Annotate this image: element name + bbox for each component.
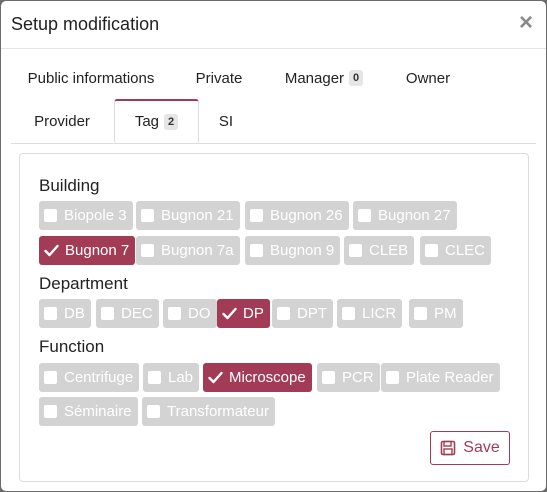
group-label-department: Department: [39, 274, 128, 293]
tag-dec[interactable]: DEC: [96, 299, 159, 328]
tab-label: Public informations: [27, 69, 155, 87]
tag-dpt[interactable]: DPT: [272, 299, 333, 328]
tag-label: DB: [64, 305, 85, 322]
checkbox-icon: [386, 371, 399, 384]
tag-label: CLEC: [445, 242, 486, 259]
checkbox-icon: [425, 244, 438, 257]
tag-panel: Building Biopole 3 Bugnon 21 Bugnon 26 B…: [19, 153, 529, 482]
tag-bugnon-7a[interactable]: Bugnon 7a: [136, 236, 240, 265]
checkbox-icon: [277, 307, 290, 320]
checkbox-icon: [148, 371, 161, 384]
tag-label: PM: [434, 305, 457, 322]
tag-licr[interactable]: LICR: [337, 299, 403, 328]
close-icon: ×: [518, 9, 533, 36]
check-icon: [44, 244, 59, 257]
tag-do[interactable]: DO: [163, 299, 217, 328]
tag-label: PCR: [342, 369, 374, 386]
save-label: Save: [463, 439, 500, 456]
count-badge: 0: [349, 70, 364, 86]
checkbox-icon: [414, 307, 427, 320]
checkbox-icon: [44, 405, 57, 418]
tab-label: Manager: [284, 69, 345, 87]
tag-lab[interactable]: Lab: [143, 363, 200, 392]
checkbox-icon: [168, 307, 181, 320]
checkbox-icon: [44, 209, 57, 222]
checkbox-icon: [44, 371, 57, 384]
check-icon: [222, 307, 237, 320]
tag-microscope[interactable]: Microscope: [203, 363, 312, 392]
tag-label: DP: [243, 305, 264, 322]
tag-label: Lab: [168, 369, 194, 386]
checkbox-icon: [147, 405, 160, 418]
tag-label: Transformateur: [167, 403, 269, 420]
tag-label: Plate Reader: [406, 369, 494, 386]
tag-bugnon-26[interactable]: Bugnon 26: [245, 201, 349, 230]
tab-tag[interactable]: Tag 2: [114, 99, 199, 143]
checkbox-icon: [250, 244, 263, 257]
tab-provider[interactable]: Provider: [19, 99, 105, 143]
tag-bugnon-21[interactable]: Bugnon 21: [136, 201, 240, 230]
tab-label: Tag: [134, 113, 160, 130]
modal-header: Setup modification ×: [1, 1, 546, 49]
tag-label: Bugnon 21: [161, 207, 234, 224]
check-icon: [208, 371, 223, 384]
tab-label: Provider: [34, 112, 90, 130]
tab-label: SI: [218, 112, 234, 130]
tab-owner[interactable]: Owner: [391, 56, 465, 100]
tab-public-informations[interactable]: Public informations: [19, 56, 163, 100]
tag-label: Séminaire: [64, 403, 132, 420]
tag-label: LICR: [362, 305, 397, 322]
tag-dp[interactable]: DP: [217, 299, 270, 328]
tag-label: Bugnon 27: [378, 207, 451, 224]
tag-label: Bugnon 7a: [161, 242, 234, 259]
tag-biopole-3[interactable]: Biopole 3: [39, 201, 133, 230]
checkbox-icon: [358, 209, 371, 222]
group-label-building: Building: [39, 176, 100, 195]
tag-bugnon-7[interactable]: Bugnon 7: [39, 236, 136, 265]
close-button[interactable]: ×: [516, 11, 536, 35]
tab-manager[interactable]: Manager 0: [274, 56, 374, 100]
checkbox-icon: [342, 307, 355, 320]
checkbox-icon: [349, 244, 362, 257]
tag-label: Centrifuge: [64, 369, 134, 386]
tag-bugnon-9[interactable]: Bugnon 9: [245, 236, 341, 265]
tag-pcr[interactable]: PCR: [317, 363, 380, 392]
tag-pm[interactable]: PM: [409, 299, 463, 328]
tag-label: CLEB: [369, 242, 409, 259]
save-button[interactable]: Save: [430, 431, 510, 465]
tag-transformateur[interactable]: Transformateur: [142, 397, 275, 426]
setup-modification-dialog: Setup modification × Public informations…: [1, 1, 546, 491]
tag-centrifuge[interactable]: Centrifuge: [39, 363, 140, 392]
tag-db[interactable]: DB: [39, 299, 91, 328]
tag-label: Bugnon 7: [65, 242, 130, 259]
tab-label: Private: [195, 69, 243, 87]
tag-label: Microscope: [229, 369, 306, 386]
floppy-disk-icon: [440, 440, 456, 456]
tag-plate-reader[interactable]: Plate Reader: [381, 363, 500, 392]
checkbox-icon: [322, 371, 335, 384]
tag-label: DEC: [121, 305, 153, 322]
checkbox-icon: [101, 307, 114, 320]
tab-private[interactable]: Private: [181, 56, 257, 100]
tag-label: DPT: [297, 305, 327, 322]
tag-bugnon-27[interactable]: Bugnon 27: [353, 201, 457, 230]
tag-cleb[interactable]: CLEB: [344, 236, 415, 265]
tag-clec[interactable]: CLEC: [420, 236, 492, 265]
checkbox-icon: [141, 209, 154, 222]
group-label-function: Function: [39, 337, 105, 356]
count-badge: 2: [164, 113, 179, 130]
tab-si[interactable]: SI: [207, 99, 245, 143]
tag-label: Bugnon 9: [270, 242, 335, 259]
tab-label: Owner: [405, 69, 451, 87]
tag-label: Biopole 3: [64, 207, 127, 224]
tabs-divider: [11, 143, 536, 144]
checkbox-icon: [141, 244, 154, 257]
modal-title: Setup modification: [11, 14, 160, 34]
checkbox-icon: [44, 307, 57, 320]
tag-label: DO: [188, 305, 211, 322]
checkbox-icon: [250, 209, 263, 222]
tag-label: Bugnon 26: [270, 207, 343, 224]
tag-seminaire[interactable]: Séminaire: [39, 397, 138, 426]
